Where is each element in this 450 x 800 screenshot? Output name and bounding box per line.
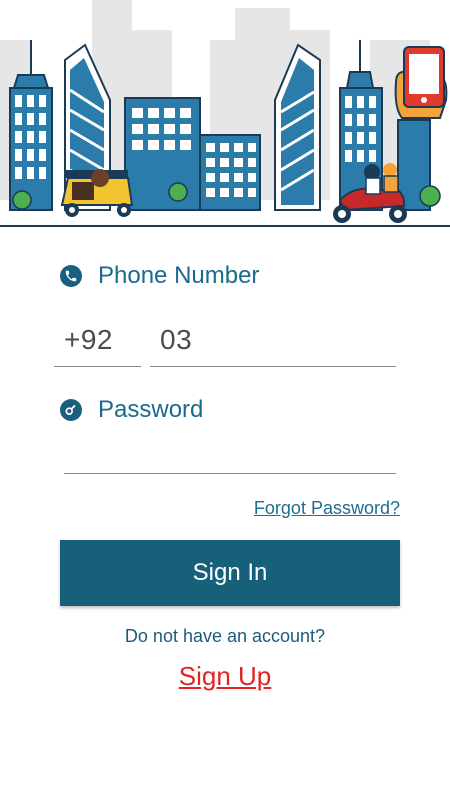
password-label: Password [60,396,203,424]
sign-up-link[interactable]: Sign Up [0,661,450,692]
phone-hand-graphic [394,46,448,211]
city-illustration [0,0,450,230]
sign-in-button[interactable]: Sign In [60,540,400,606]
phone-number-label: Phone Number [60,262,259,290]
sign-in-button-label: Sign In [192,559,268,586]
key-icon [60,399,82,421]
no-account-text: Do not have an account? [124,626,326,646]
phone-number-label-text: Phone Number [98,262,260,289]
country-code-underline [54,366,141,367]
phone-number-underline [150,366,396,367]
password-underline [64,473,396,474]
country-code-field[interactable]: +92 [64,324,113,356]
password-label-text: Password [98,396,204,423]
forgot-password-link[interactable]: Forgot Password? [254,498,400,519]
phone-number-input[interactable]: 03 [160,324,192,356]
phone-icon [60,265,82,287]
